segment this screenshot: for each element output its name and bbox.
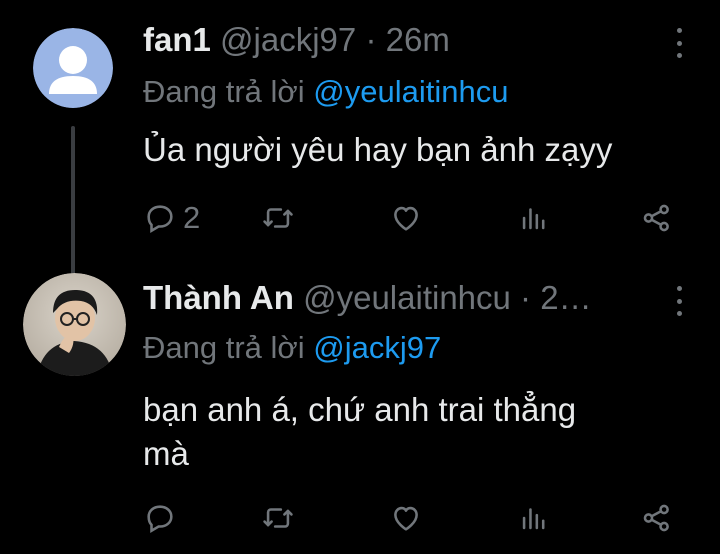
tweet-text-line: bạn anh á, chứ anh trai thẳng — [143, 391, 577, 428]
reply-mention-link[interactable]: @jackj97 — [313, 330, 441, 365]
tweet-actions — [143, 500, 678, 536]
handle[interactable]: @yeulaitinhcu — [303, 279, 511, 316]
thread-line — [71, 126, 75, 276]
views-icon — [522, 208, 545, 230]
avatar[interactable] — [23, 273, 126, 376]
reply-context: Đang trả lời @yeulaitinhcu — [143, 73, 508, 111]
tweet-text-line: mà — [143, 435, 189, 472]
share-icon — [643, 504, 669, 532]
like-button[interactable] — [389, 200, 423, 236]
like-button[interactable] — [389, 500, 423, 536]
views-button[interactable] — [517, 500, 551, 536]
display-name[interactable]: fan1 — [143, 21, 211, 58]
timestamp[interactable]: 2… — [540, 279, 591, 316]
share-button[interactable] — [640, 200, 674, 236]
reply-count: 2 — [183, 200, 201, 235]
tweet-text: Ủa người yêu hay bạn ảnh zạyy — [143, 131, 613, 168]
photo-avatar-icon — [23, 273, 126, 376]
reply-icon — [147, 505, 173, 534]
tweet-header: Thành An @yeulaitinhcu · 2… — [143, 278, 592, 318]
share-button[interactable] — [640, 500, 674, 536]
handle[interactable]: @jackj97 — [220, 21, 356, 58]
tweet[interactable]: fan1 @jackj97 · 26m Đang trả lời @yeulai… — [0, 0, 720, 276]
reply-icon — [147, 205, 173, 234]
default-user-avatar-icon — [33, 28, 113, 108]
tweet-header: fan1 @jackj97 · 26m — [143, 20, 450, 60]
reply-mention-link[interactable]: @yeulaitinhcu — [313, 74, 508, 109]
reply-prefix: Đang trả lời — [143, 330, 305, 365]
reply-button[interactable] — [143, 500, 177, 536]
share-icon — [643, 204, 669, 232]
tweet-text: bạn anh á, chứ anh trai thẳng mà — [143, 388, 698, 476]
retweet-button[interactable] — [261, 200, 295, 236]
timestamp[interactable]: 26m — [386, 21, 450, 58]
more-icon[interactable] — [674, 28, 684, 58]
retweet-icon — [263, 508, 293, 528]
reply-thread: fan1 @jackj97 · 26m Đang trả lời @yeulai… — [0, 0, 720, 554]
views-button[interactable] — [517, 200, 551, 236]
separator: · — [365, 21, 377, 58]
tweet[interactable]: Thành An @yeulaitinhcu · 2… Đang trả lời… — [0, 262, 720, 554]
reply-prefix: Đang trả lời — [143, 74, 305, 109]
avatar[interactable] — [33, 28, 113, 108]
heart-icon — [394, 206, 418, 231]
separator: · — [520, 279, 532, 316]
display-name[interactable]: Thành An — [143, 279, 294, 316]
reply-context: Đang trả lời @jackj97 — [143, 329, 441, 367]
heart-icon — [394, 506, 418, 531]
views-icon — [522, 508, 545, 530]
tweet-actions: 2 — [143, 200, 678, 236]
retweet-button[interactable] — [261, 500, 295, 536]
more-icon[interactable] — [674, 286, 684, 316]
reply-button[interactable]: 2 — [143, 200, 200, 236]
retweet-icon — [263, 208, 293, 228]
